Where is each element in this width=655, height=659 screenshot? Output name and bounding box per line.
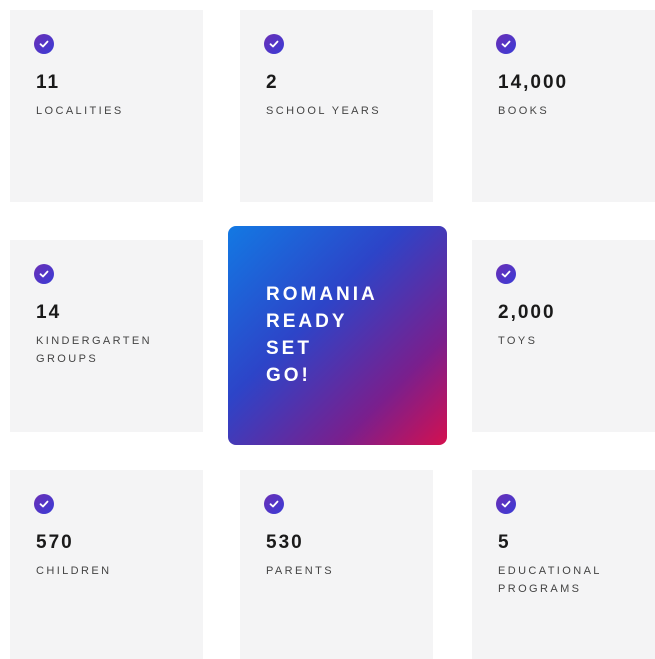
check-circle-icon [34, 264, 54, 284]
stat-label: KINDERGARTEN GROUPS [36, 335, 152, 365]
stat-value: 570 [36, 532, 74, 553]
hero-line: ROMANIA [266, 284, 378, 305]
check-circle-icon [264, 34, 284, 54]
stat-label: SCHOOL YEARS [266, 105, 381, 117]
stat-card-school-years: 2 SCHOOL YEARS [240, 10, 433, 202]
stat-card-kindergarten-groups: 14 KINDERGARTEN GROUPS [10, 240, 203, 432]
stat-label: PARENTS [266, 565, 334, 577]
stat-card-toys: 2,000 TOYS [472, 240, 655, 432]
stat-label: EDUCATIONAL PROGRAMS [498, 565, 602, 595]
stat-card-localities: 11 LOCALITIES [10, 10, 203, 202]
check-circle-icon [34, 34, 54, 54]
check-circle-icon [34, 494, 54, 514]
stat-value: 5 [498, 532, 511, 553]
check-circle-icon [496, 34, 516, 54]
hero-banner: ROMANIA READY SET GO! [228, 226, 447, 445]
hero-line: SET [266, 338, 312, 359]
stat-value: 2 [266, 72, 279, 93]
stat-value: 530 [266, 532, 304, 553]
check-circle-icon [496, 264, 516, 284]
stats-grid: 11 LOCALITIES 2 SCHOOL YEARS 14,000 BOOK… [0, 0, 655, 659]
stat-label: LOCALITIES [36, 105, 124, 117]
stat-value: 14 [36, 302, 62, 323]
stat-label: TOYS [498, 335, 538, 347]
hero-line: GO! [266, 365, 311, 386]
check-circle-icon [496, 494, 516, 514]
stat-value: 11 [36, 72, 61, 93]
stat-card-children: 570 CHILDREN [10, 470, 203, 659]
stat-label: BOOKS [498, 105, 550, 117]
stat-value: 2,000 [498, 302, 556, 323]
stat-label: CHILDREN [36, 565, 112, 577]
stat-card-books: 14,000 BOOKS [472, 10, 655, 202]
stat-value: 14,000 [498, 72, 569, 93]
stat-card-parents: 530 PARENTS [240, 470, 433, 659]
hero-line: READY [266, 311, 348, 332]
stat-card-educational-programs: 5 EDUCATIONAL PROGRAMS [472, 470, 655, 659]
hero-title: ROMANIA READY SET GO! [266, 281, 378, 389]
check-circle-icon [264, 494, 284, 514]
